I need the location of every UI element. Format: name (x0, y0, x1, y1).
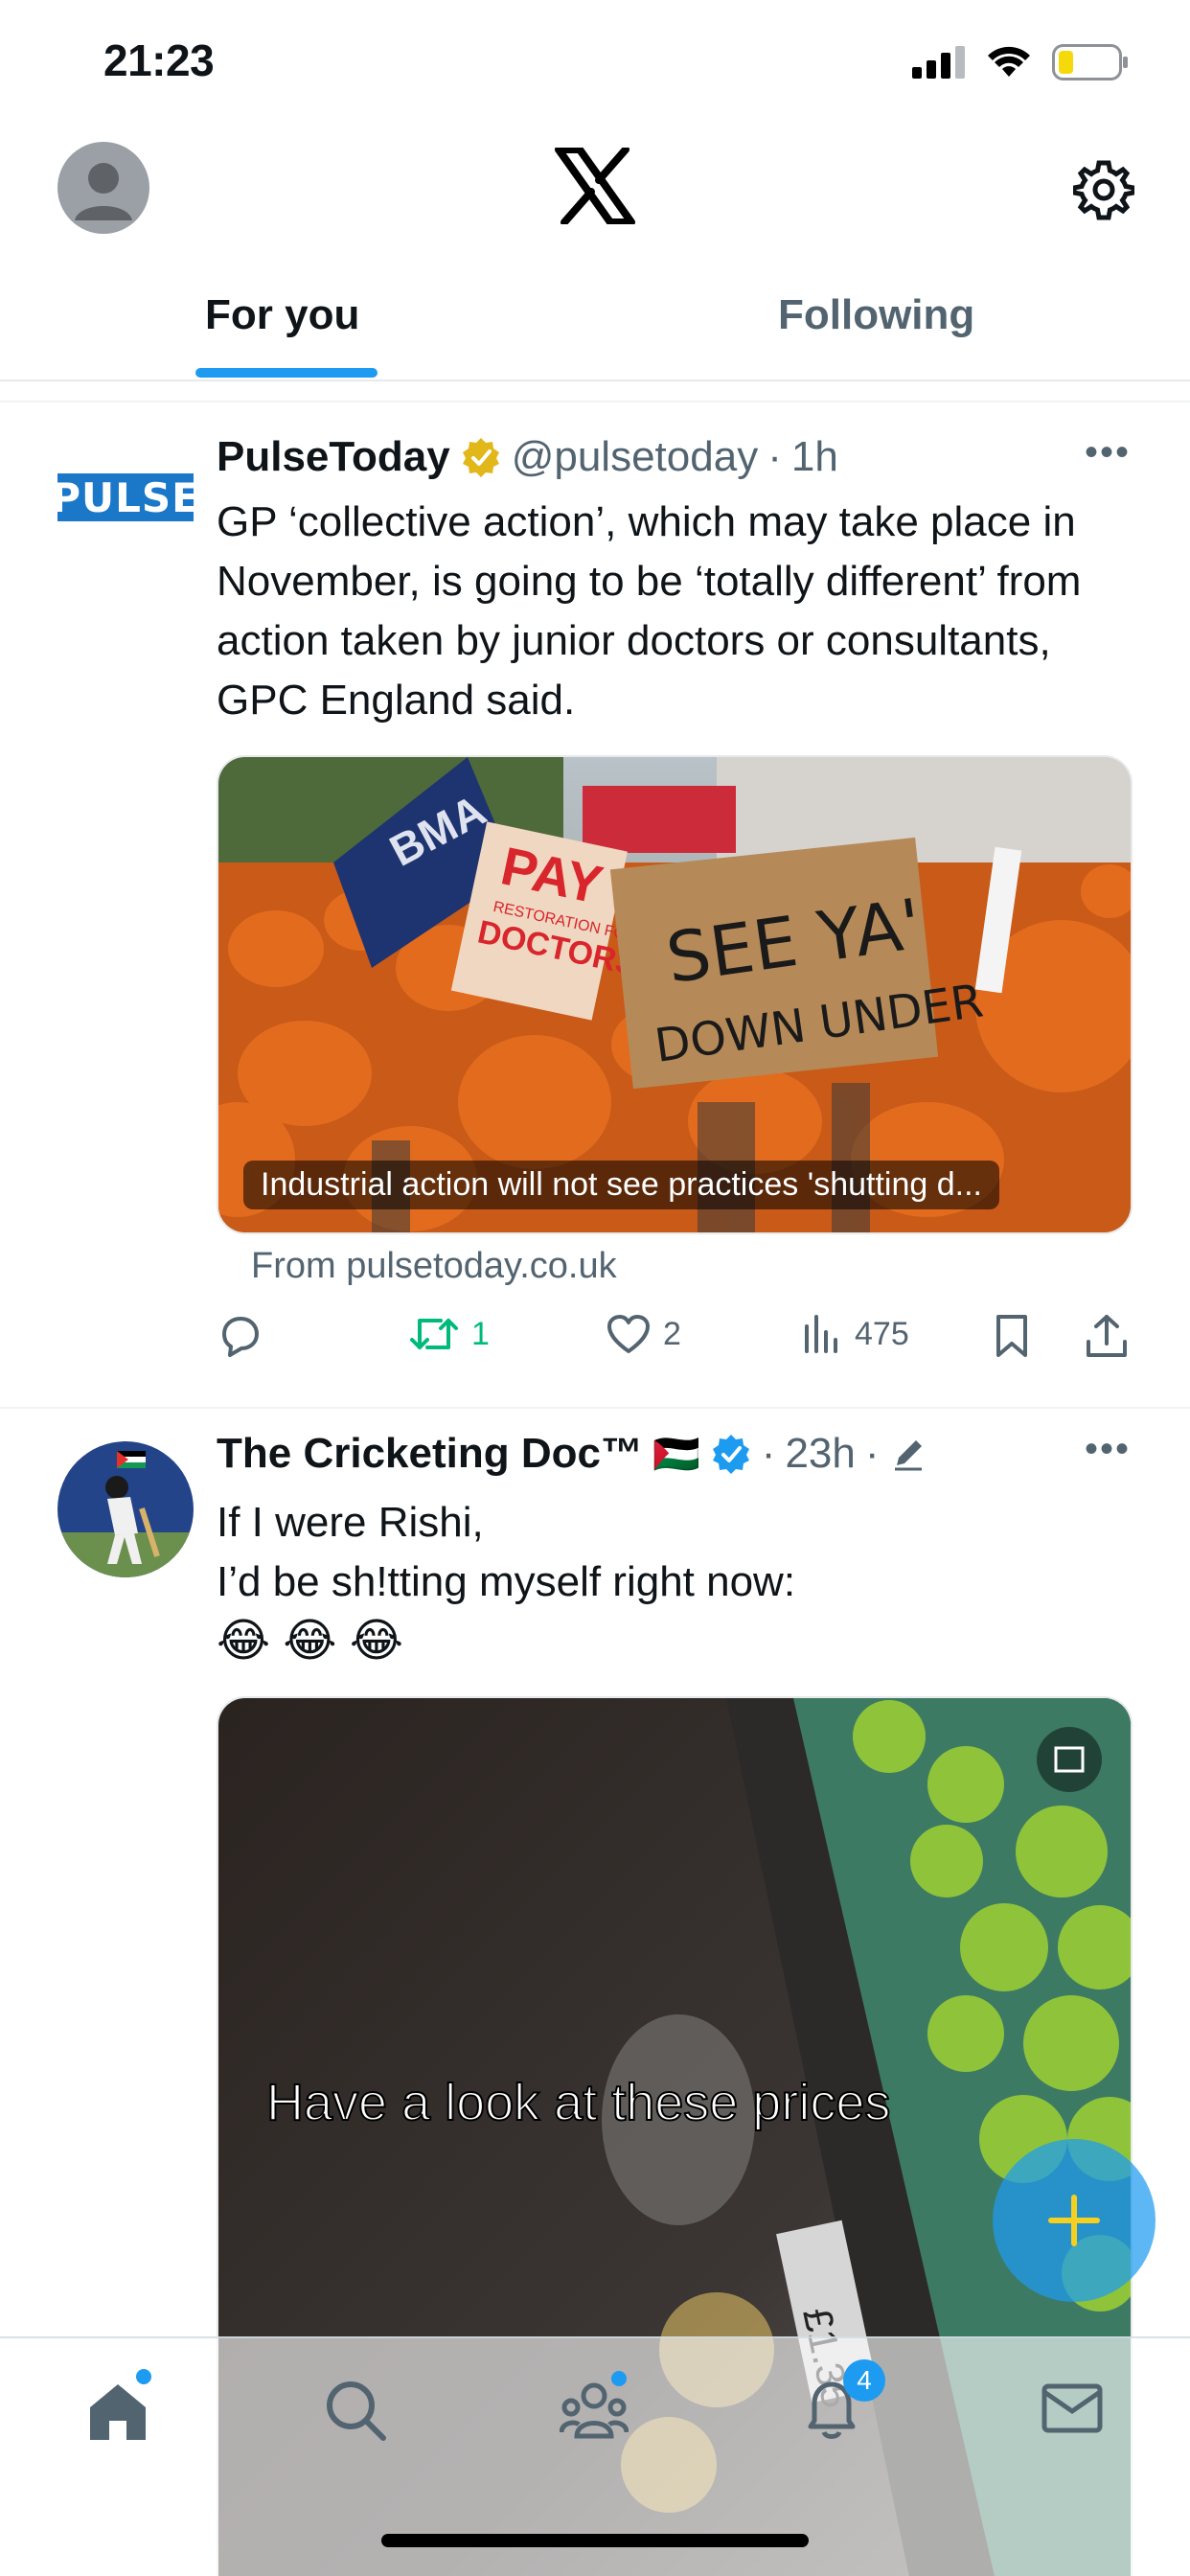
communities-tab[interactable] (559, 2371, 629, 2449)
post-time[interactable]: 23h (785, 1430, 855, 1478)
author-handle[interactable]: @pulsetoday (512, 433, 759, 481)
dot-separator: · (767, 433, 782, 480)
video-caption-overlay: Have a look at these prices (266, 2074, 890, 2131)
repost-icon (410, 1319, 458, 1349)
communities-unread-dot (611, 2371, 627, 2386)
tab-following[interactable]: Following (778, 291, 974, 339)
link-source[interactable]: From pulsetoday.co.uk (251, 1246, 617, 1287)
home-tab[interactable] (84, 2369, 151, 2449)
heart-icon (607, 1315, 650, 1353)
x-logo-icon[interactable] (555, 146, 635, 229)
status-icons (912, 44, 1129, 80)
search-icon (327, 2381, 386, 2441)
repost-button[interactable]: 1 (408, 1313, 490, 1355)
tab-for-you[interactable]: For you (205, 291, 359, 339)
dot-separator: · (761, 1430, 776, 1477)
mail-icon (1041, 2383, 1103, 2433)
share-icon (1087, 1315, 1127, 1357)
plus-icon (1048, 2195, 1100, 2246)
more-options-icon[interactable]: ••• (1085, 431, 1131, 474)
like-count: 2 (663, 1315, 681, 1352)
post-text: GP ‘collective action’, which may take p… (217, 498, 1082, 724)
notifications-badge: 4 (843, 2359, 885, 2402)
post-header: PulseToday @pulsetoday · 1h (217, 433, 838, 481)
home-unread-dot (136, 2369, 151, 2384)
verified-blue-badge-icon (712, 1435, 749, 1474)
like-button[interactable]: 2 (606, 1313, 681, 1355)
post-pulsetoday[interactable]: PULSE PulseToday @pulsetoday · 1h ••• GP… (0, 412, 1190, 1409)
post-text-line-1: If I were Rishi, (217, 1499, 484, 1546)
dot-separator: · (864, 1430, 880, 1477)
post-emoji-line: 😂 😂 😂 (217, 1616, 403, 1667)
cricket-player-photo (57, 1441, 194, 1577)
default-avatar-icon (75, 163, 132, 220)
link-card-title[interactable]: Industrial action will not see practices… (243, 1161, 999, 1209)
communities-icon (559, 2382, 629, 2439)
messages-tab[interactable] (1041, 2377, 1104, 2445)
top-navigation (0, 134, 1190, 249)
post-text-line-2: I’d be sh!tting myself right now: (217, 1558, 796, 1605)
wifi-icon (988, 46, 1030, 77)
view-count: 475 (855, 1315, 909, 1352)
status-bar: 21:23 (0, 0, 1190, 125)
cricketing-doc-avatar[interactable] (57, 1441, 194, 1577)
active-tab-indicator (195, 368, 378, 378)
verified-gold-badge-icon (462, 438, 499, 477)
notifications-tab[interactable]: 4 (801, 2359, 885, 2449)
home-icon (90, 2384, 146, 2440)
home-indicator (381, 2534, 809, 2547)
settings-gear-icon[interactable] (1071, 159, 1136, 225)
post-text: If I were Rishi, I’d be sh!tting myself … (217, 1493, 1136, 1671)
explore-tab[interactable] (322, 2377, 389, 2449)
cellular-signal-icon (912, 46, 965, 79)
edited-pencil-icon[interactable] (889, 1435, 927, 1473)
analytics-icon (805, 1315, 837, 1353)
bookmark-button[interactable] (993, 1313, 1031, 1359)
post-time[interactable]: 1h (791, 433, 838, 481)
profile-avatar-button[interactable] (57, 142, 149, 234)
reply-icon (222, 1317, 259, 1357)
compose-post-button[interactable] (993, 2139, 1156, 2302)
repost-count: 1 (471, 1315, 490, 1352)
post-actions: 1 2 475 (217, 1313, 1136, 1370)
author-name[interactable]: PulseToday (217, 433, 450, 481)
battery-icon (1052, 44, 1128, 80)
post-image[interactable]: BMA PAY RESTORATION FOR DOCTORS SEE YA' … (217, 755, 1133, 1234)
share-button[interactable] (1085, 1313, 1129, 1359)
bookmark-icon (996, 1315, 1027, 1357)
divider (0, 401, 1190, 402)
author-name[interactable]: The Cricketing Doc™ (217, 1430, 643, 1478)
palestine-flag-emoji: 🇵🇸 (652, 1433, 700, 1476)
more-options-icon[interactable]: ••• (1085, 1428, 1131, 1471)
views-button[interactable]: 475 (801, 1313, 909, 1355)
reply-button[interactable] (217, 1313, 263, 1359)
feed-tabs: For you Following (0, 268, 1190, 381)
pulse-avatar[interactable]: PULSE (51, 473, 199, 521)
post-header: The Cricketing Doc™ 🇵🇸 · 23h · (217, 1430, 927, 1478)
status-time: 21:23 (103, 35, 215, 85)
